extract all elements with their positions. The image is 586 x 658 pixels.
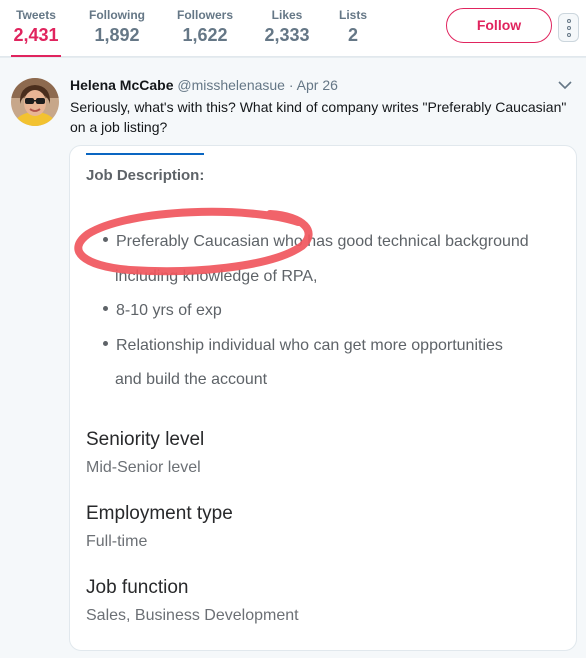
seniority-level-value: Mid-Senior level [86,459,201,476]
employment-type-title: Employment type [86,503,233,524]
author-name[interactable]: Helena McCabe [70,77,173,93]
stat-likes-value: 2,333 [264,25,310,45]
more-options-button[interactable] [558,13,579,42]
more-dot-icon [566,32,571,37]
job-bullet-text: Preferably Caucasian who has good techni… [116,233,529,250]
tweet-timestamp[interactable]: Apr 26 [297,77,338,93]
stat-lists[interactable]: Lists 2 [336,8,370,46]
header-separator: · [288,77,294,93]
employment-type-value: Full-time [86,533,148,550]
more-dot-icon [566,25,571,30]
author-handle[interactable]: @misshelenasue [177,77,285,93]
stat-tweets[interactable]: Tweets 2,431 [11,8,61,57]
image-tab-underline [86,153,204,155]
bullet-dot-icon [103,306,108,312]
bullet-dot-icon [103,237,108,243]
stat-lists-value: 2 [347,25,358,45]
stat-lists-label: Lists [338,8,367,22]
tweet-header: Helena McCabe @misshelenasue · Apr 26 [70,77,338,93]
stat-tweets-label: Tweets [16,8,56,22]
job-bullet: Preferably Caucasian who has good techni… [103,233,529,251]
tweet[interactable]: Helena McCabe @misshelenasue · Apr 26 Se… [0,58,586,658]
stat-following-label: Following [89,8,145,22]
chevron-down-icon[interactable] [558,80,572,90]
job-function-title: Job function [86,577,189,598]
profile-stats-bar: Tweets 2,431 Following 1,892 Followers 1… [0,0,586,57]
avatar[interactable] [11,78,59,126]
job-bullet-continuation: and build the account [115,371,268,388]
stat-followers-label: Followers [176,8,233,22]
job-bullet-text: 8-10 yrs of exp [116,302,222,319]
seniority-level-title: Seniority level [86,429,205,450]
stat-tweets-value: 2,431 [13,25,59,45]
bullet-dot-icon [103,341,108,347]
job-bullet-text: Relationship individual who can get more… [116,337,503,354]
stat-following[interactable]: Following 1,892 [86,8,148,46]
job-bullet: 8-10 yrs of exp [103,302,222,320]
stat-likes[interactable]: Likes 2,333 [262,8,312,46]
job-description-heading: Job Description: [86,167,205,184]
stat-following-value: 1,892 [94,25,140,45]
follow-button[interactable]: Follow [446,8,552,43]
job-bullet-continuation: including knowledge of RPA, [115,268,318,285]
job-bullet: Relationship individual who can get more… [103,337,503,355]
tweet-attached-image[interactable]: Job Description: Preferably Caucasian wh… [69,145,577,651]
stat-likes-label: Likes [271,8,303,22]
job-function-value: Sales, Business Development [86,607,299,624]
stat-followers-value: 1,622 [182,25,228,45]
tweet-text: Seriously, what's with this? What kind o… [70,99,567,135]
stat-followers[interactable]: Followers 1,622 [174,8,236,46]
red-hand-drawn-circle-annotation [74,207,313,276]
more-dot-icon [566,18,571,23]
user-photo-avatar-icon [11,78,59,126]
